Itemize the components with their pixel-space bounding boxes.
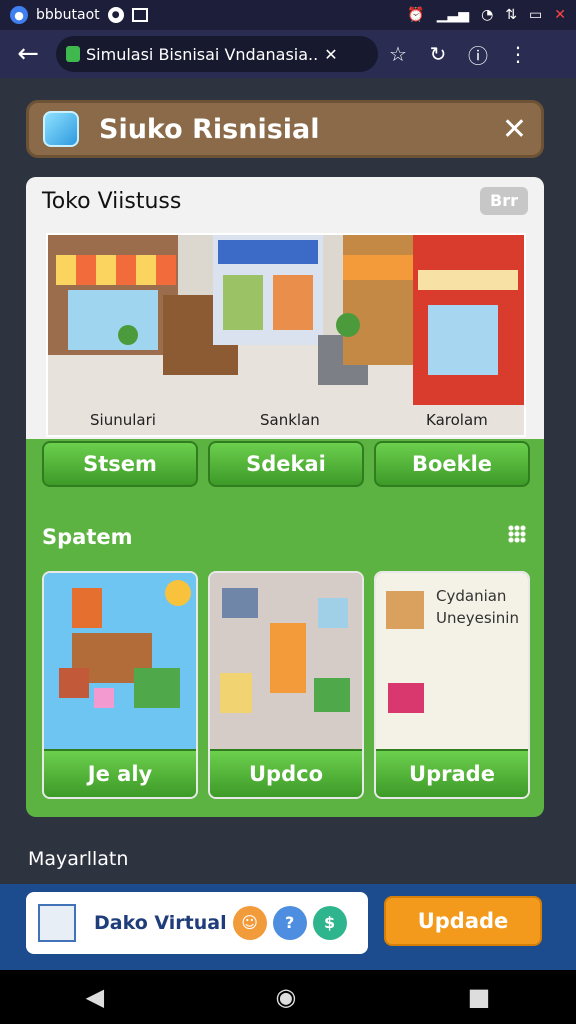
item-title: Dako Virtual xyxy=(94,912,227,934)
carts-icon xyxy=(220,588,350,713)
signal-icon: ▁▃▅ xyxy=(436,7,470,23)
card-description: Cydanian Uneyesinin xyxy=(436,585,519,629)
browser-toolbar: ← Simulasi Bisnisai Vndanasia.. ✕ ☆ ↻ ⓘ … xyxy=(0,30,576,78)
upgrade-cards: Je aly Updco Cydanian Uneyesinin Uprade xyxy=(42,571,530,799)
nav-home-icon[interactable]: ◉ xyxy=(275,983,296,1011)
upgrade-card[interactable]: Cydanian Uneyesinin Uprade xyxy=(374,571,530,799)
shop-panel: Toko Viistuss Brr Siunulari Sanklan Karo… xyxy=(26,177,544,817)
app-icon: ● xyxy=(10,6,28,24)
bottom-bar: Dako Virtual ☺ ? $ Updade xyxy=(0,884,576,970)
back-button[interactable]: ← xyxy=(8,39,48,69)
furniture-illustration xyxy=(44,573,196,751)
tab-title: Simulasi Bisnisai Vndanasia.. xyxy=(86,44,319,64)
notification-icon: ● xyxy=(107,7,124,23)
close-button[interactable]: ✕ xyxy=(502,112,527,147)
nav-recents-icon[interactable]: ■ xyxy=(468,983,491,1011)
emoji-icon[interactable]: ☺ xyxy=(232,906,267,940)
panel-title: Toko Viistuss xyxy=(42,189,182,214)
page-title: Siuko Risnisial xyxy=(99,113,320,145)
card-button[interactable]: Uprade xyxy=(376,749,528,797)
status-app-name: bbbutaot xyxy=(36,7,100,23)
action-button[interactable]: Boekle xyxy=(374,441,530,487)
panel-badge[interactable]: Brr xyxy=(480,187,528,215)
tab-close-icon[interactable]: ✕ xyxy=(324,45,337,64)
action-buttons: Stsem Sdekai Boekle xyxy=(42,441,530,487)
box-icon xyxy=(38,904,76,942)
game-title-bar: Siuko Risnisial ✕ xyxy=(26,100,544,158)
section-title: Spatem xyxy=(42,525,133,549)
upgrade-card[interactable]: Updco xyxy=(208,571,364,799)
card-button[interactable]: Je aly xyxy=(44,749,196,797)
lock-icon xyxy=(66,46,80,62)
carts-illustration xyxy=(210,573,362,751)
star-icon[interactable]: ☆ xyxy=(378,42,418,66)
battery-icon: ▭ xyxy=(529,7,543,23)
nav-back-icon[interactable]: ◀ xyxy=(86,983,104,1011)
scene-label: Sanklan xyxy=(260,411,320,429)
status-bar: ● bbbutaot ● ⏰ ▁▃▅ ◔ ⇅ ▭ ✕ xyxy=(0,0,576,30)
grid-menu-icon[interactable] xyxy=(508,525,526,543)
android-navbar: ◀ ◉ ■ xyxy=(0,970,576,1024)
close-status-icon: ✕ xyxy=(554,7,566,23)
upgrade-card[interactable]: Je aly xyxy=(42,571,198,799)
scene-label: Karolam xyxy=(426,411,488,429)
reload-icon[interactable]: ↻ xyxy=(418,42,458,66)
alarm-icon: ⏰ xyxy=(407,7,425,23)
data-icon: ⇅ xyxy=(505,7,518,23)
info-icon[interactable]: ⓘ xyxy=(458,40,498,69)
card-text-line: Cydanian xyxy=(436,587,507,605)
card-text-line: Uneyesinin xyxy=(436,609,519,627)
menu-icon[interactable]: ⋮ xyxy=(498,42,538,66)
screenshot-icon xyxy=(131,8,148,22)
virtual-item-card[interactable]: Dako Virtual ☺ ? $ xyxy=(26,892,368,954)
shop-scene: Siunulari Sanklan Karolam xyxy=(46,233,526,437)
wifi-icon: ◔ xyxy=(481,7,494,23)
furniture-icon xyxy=(59,580,191,708)
update-button[interactable]: Updade xyxy=(384,896,542,946)
action-button[interactable]: Stsem xyxy=(42,441,198,487)
card-button[interactable]: Updco xyxy=(210,749,362,797)
action-button[interactable]: Sdekai xyxy=(208,441,364,487)
footer-label: Mayarllatn xyxy=(28,848,129,870)
scene-label: Siunulari xyxy=(90,411,156,429)
game-page: Siuko Risnisial ✕ Toko Viistuss Brr Siun… xyxy=(0,78,576,970)
money-icon[interactable]: $ xyxy=(312,906,347,940)
gem-icon xyxy=(43,111,79,147)
shop-scene-illustration xyxy=(48,235,524,435)
panel-header: Toko Viistuss Brr Siunulari Sanklan Karo… xyxy=(26,177,544,439)
tab-pill[interactable]: Simulasi Bisnisai Vndanasia.. ✕ xyxy=(56,36,378,72)
chat-icon[interactable]: ? xyxy=(272,906,307,940)
